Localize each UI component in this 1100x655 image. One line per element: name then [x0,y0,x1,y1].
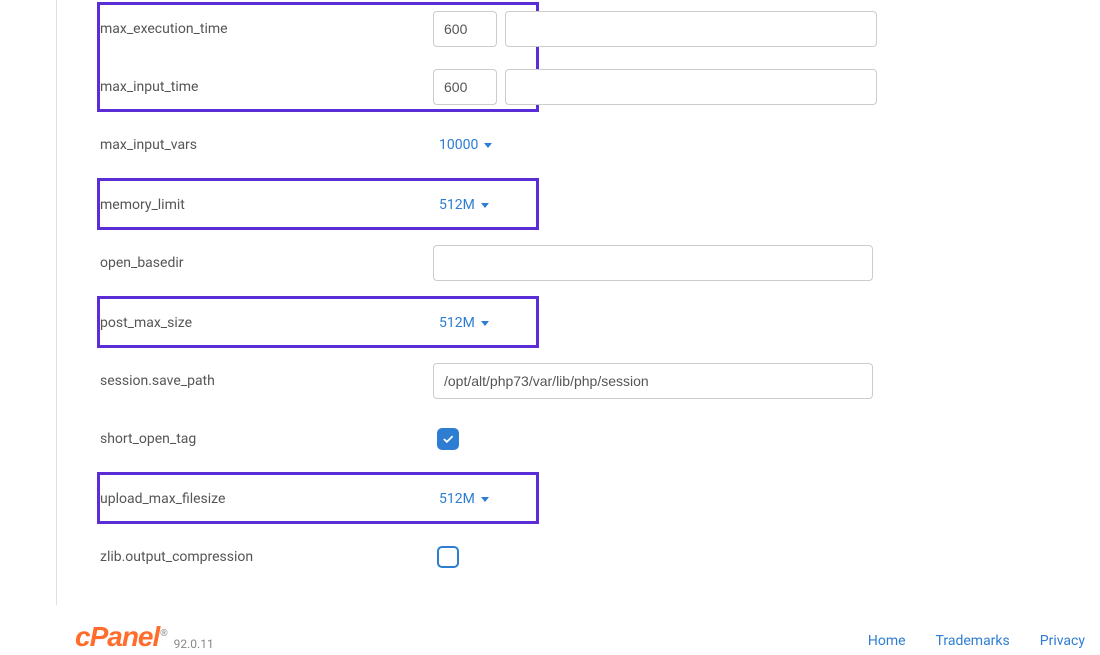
setting-row-max-input-vars: max_input_vars 10000 [75,116,1075,174]
upload-max-filesize-dropdown[interactable]: 512M [433,491,489,507]
session-save-path-input[interactable] [433,363,873,399]
max-execution-time-input[interactable] [433,11,497,47]
setting-row-post-max-size: post_max_size 512M [75,294,1075,352]
setting-label: max_execution_time [75,21,433,37]
setting-row-memory-limit: memory_limit 512M [75,176,1075,234]
max-input-time-extra-input[interactable] [505,69,877,105]
setting-label: max_input_vars [75,137,433,153]
dropdown-value-text: 512M [439,315,475,331]
setting-label: upload_max_filesize [75,491,433,507]
check-icon [441,432,455,446]
caret-down-icon [481,497,489,502]
setting-label: short_open_tag [75,431,433,447]
setting-label: open_basedir [75,255,433,271]
brand-text: cPanel [75,621,159,652]
version-text: 92.0.11 [174,637,214,651]
short-open-tag-checkbox[interactable] [437,428,459,450]
footer-link-privacy[interactable]: Privacy [1040,633,1085,649]
setting-row-short-open-tag: short_open_tag [75,410,1075,468]
setting-label: memory_limit [75,197,433,213]
registered-mark: ® [160,628,166,639]
open-basedir-input[interactable] [433,245,873,281]
php-settings-list: max_execution_time max_input_time max_in… [75,0,1075,586]
setting-row-max-execution-time: max_execution_time [75,0,1075,58]
panel-left-border [56,0,57,605]
max-input-time-input[interactable] [433,69,497,105]
setting-row-upload-max-filesize: upload_max_filesize 512M [75,470,1075,528]
dropdown-value-text: 512M [439,197,475,213]
setting-row-open-basedir: open_basedir [75,234,1075,292]
setting-label: post_max_size [75,315,433,331]
caret-down-icon [484,143,492,148]
setting-label: max_input_time [75,79,433,95]
footer-links: Home Trademarks Privacy [868,633,1085,649]
footer-link-home[interactable]: Home [868,633,906,649]
caret-down-icon [481,321,489,326]
max-input-vars-dropdown[interactable]: 10000 [433,137,492,153]
setting-label: zlib.output_compression [75,549,433,565]
dropdown-value-text: 512M [439,491,475,507]
setting-row-max-input-time: max_input_time [75,58,1075,116]
setting-row-zlib-output-compression: zlib.output_compression [75,528,1075,586]
memory-limit-dropdown[interactable]: 512M [433,197,489,213]
dropdown-value-text: 10000 [439,137,478,153]
max-execution-time-extra-input[interactable] [505,11,877,47]
footer: cPanel® 92.0.11 Home Trademarks Privacy [75,621,1085,653]
zlib-output-compression-checkbox[interactable] [437,546,459,568]
setting-label: session.save_path [75,373,433,389]
cpanel-logo: cPanel® [75,621,166,653]
setting-row-session-save-path: session.save_path [75,352,1075,410]
post-max-size-dropdown[interactable]: 512M [433,315,489,331]
footer-link-trademarks[interactable]: Trademarks [936,633,1010,649]
caret-down-icon [481,203,489,208]
